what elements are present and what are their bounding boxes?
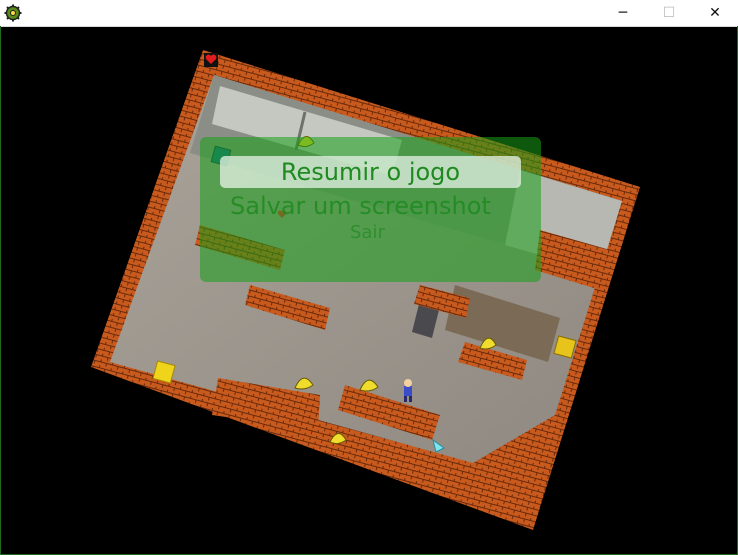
yellow-block — [553, 335, 577, 359]
pause-menu-panel: Resumir o jogo Salvar um screenshot Sair — [200, 137, 541, 282]
gear-icon — [4, 4, 22, 22]
menu-item-screenshot[interactable]: Salvar um screenshot — [230, 192, 491, 220]
minimize-button[interactable]: ─ — [600, 0, 646, 26]
title-bar: ─ ☐ ✕ — [0, 0, 738, 27]
close-button[interactable]: ✕ — [692, 0, 738, 26]
game-viewport[interactable]: Resumir o jogo Salvar um screenshot Sair — [1, 27, 737, 554]
menu-item-quit[interactable]: Sair — [350, 222, 385, 243]
maximize-button[interactable]: ☐ — [646, 0, 692, 26]
menu-item-resume[interactable]: Resumir o jogo — [220, 156, 521, 188]
game-level-scene — [91, 50, 640, 530]
yellow-block — [152, 360, 176, 384]
